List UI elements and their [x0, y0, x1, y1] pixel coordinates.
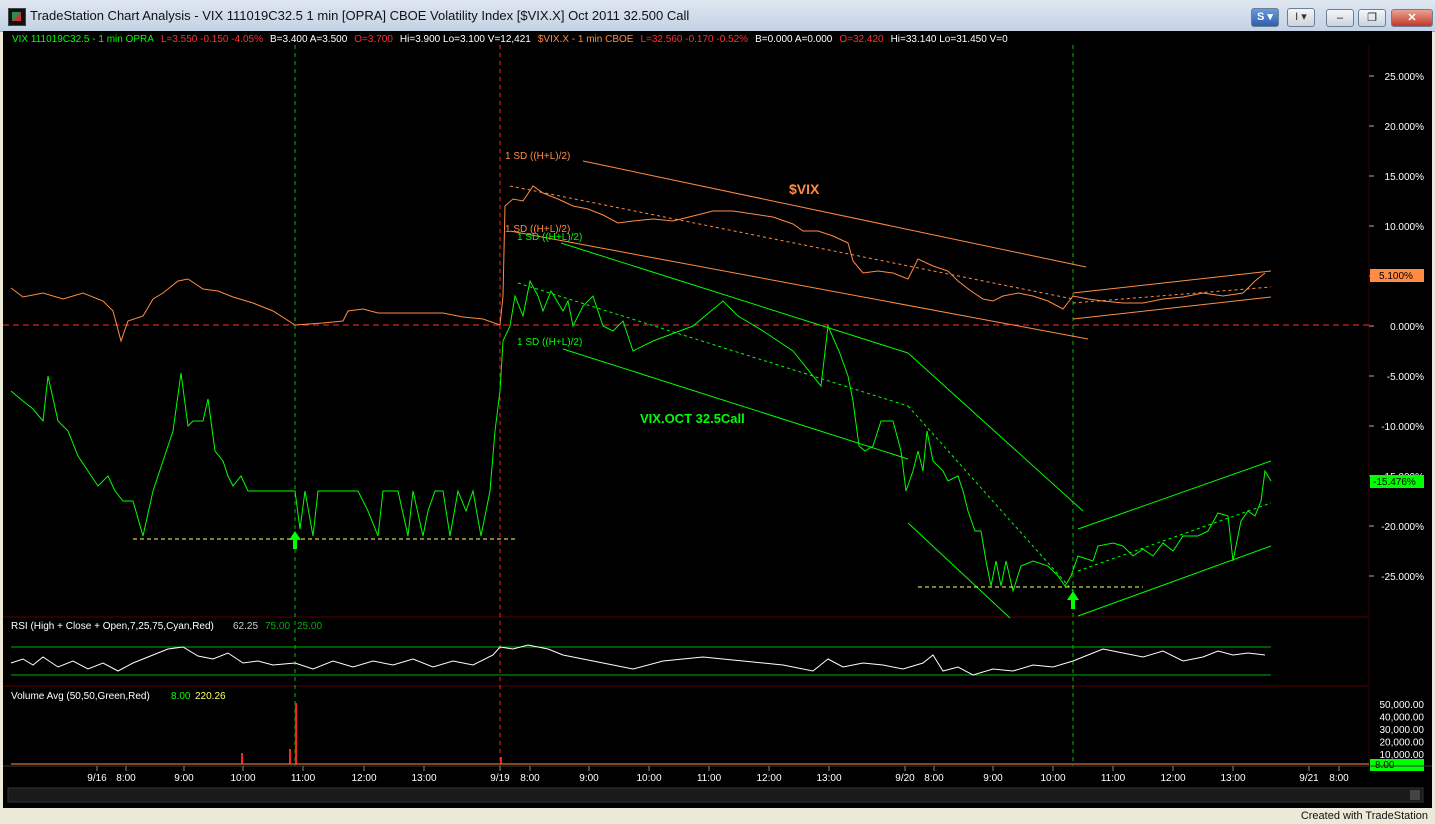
- chart-window[interactable]: 1 SD ((H+L)/2) 1 SD ((H+L)/2) 1 SD ((H+L…: [3, 31, 1432, 808]
- volume-axis-label: 40,000.00: [1380, 713, 1425, 724]
- price-axis-label: -5.000%: [1387, 372, 1424, 383]
- time-axis-label: 9:00: [579, 773, 599, 784]
- sd-label-vix-top: 1 SD ((H+L)/2): [505, 151, 570, 162]
- volume-axis-label: 30,000.00: [1380, 725, 1425, 736]
- price-axis-label: 0.000%: [1390, 322, 1424, 333]
- time-axis-label: 13:00: [816, 773, 841, 784]
- call-series-label: VIX.OCT 32.5Call: [640, 411, 745, 426]
- time-axis-label: 10:00: [230, 773, 255, 784]
- window-title: TradeStation Chart Analysis - VIX 111019…: [30, 8, 690, 23]
- time-axis-label: 9:00: [983, 773, 1003, 784]
- restore-button[interactable]: ❐: [1358, 9, 1386, 27]
- time-axis-label: 11:00: [697, 773, 722, 784]
- scrollbar-right-handle[interactable]: [1410, 790, 1420, 800]
- price-axis-label: 25.000%: [1385, 72, 1425, 83]
- call-price-marker-label: -15.476%: [1373, 477, 1416, 488]
- price-axis-label: 15.000%: [1385, 172, 1425, 183]
- time-axis-label: 12:00: [756, 773, 781, 784]
- volume-legend-label: Volume Avg (50,50,Green,Red): [11, 691, 150, 702]
- legend-item: B=0.000 A=0.000: [755, 34, 833, 45]
- legend-item: L=3.550 -0.150 -4.05%: [160, 34, 263, 45]
- time-axis: 9/16 8:00 9:00 10:00 11:00 12:00 13:00 9/19 8:00…: [87, 766, 1349, 784]
- legend-item: $VIX.X - 1 min CBOE: [537, 34, 634, 45]
- status-footer: Created with TradeStation: [0, 808, 1435, 824]
- time-axis-label: 8:00: [520, 773, 540, 784]
- vix-series-line: [10, 185, 1266, 343]
- time-axis-label: 8:00: [1329, 773, 1349, 784]
- vix-regression-channel: [509, 160, 1272, 340]
- sd-label-call-bottom: 1 SD ((H+L)/2): [517, 337, 582, 348]
- rsi-line: [10, 644, 1266, 676]
- sd-label-call-top: 1 SD ((H+L)/2): [517, 232, 582, 243]
- buy-arrow-icon-2: [1067, 591, 1079, 609]
- volume-axis-label: 20,000.00: [1380, 738, 1425, 749]
- call-regression-channel: [517, 242, 1272, 619]
- rsi-legend-value: 62.25: [233, 621, 258, 632]
- time-axis-label: 8:00: [924, 773, 944, 784]
- chart-canvas[interactable]: 1 SD ((H+L)/2) 1 SD ((H+L)/2) 1 SD ((H+L…: [3, 31, 1432, 808]
- price-axis-label: 10.000%: [1385, 222, 1425, 233]
- title-bar: TradeStation Chart Analysis - VIX 111019…: [0, 0, 1435, 32]
- horizontal-scrollbar[interactable]: [7, 787, 1424, 803]
- rsi-legend-under: 25.00: [297, 621, 322, 632]
- volume-bars: [241, 703, 502, 764]
- created-with-label: Created with TradeStation: [1300, 810, 1428, 822]
- legend-item: Hi=3.900 Lo=3.100 V=12,421: [399, 34, 531, 45]
- volume-legend-avg: 220.26: [195, 691, 226, 702]
- legend-item: B=3.400 A=3.500: [269, 34, 348, 45]
- time-axis-label: 8:00: [116, 773, 136, 784]
- time-axis-label: 12:00: [1160, 773, 1185, 784]
- legend-item: O=32.420: [839, 34, 884, 45]
- time-axis-label: 9/19: [490, 773, 510, 784]
- volume-axis: 50,000.0040,000.0030,000.0020,000.0010,0…: [1380, 700, 1425, 761]
- volume-legend-value: 8.00: [171, 691, 191, 702]
- s-menu-button[interactable]: S ▾: [1251, 8, 1279, 27]
- time-axis-label: 10:00: [1040, 773, 1065, 784]
- price-axis-label: -10.000%: [1381, 422, 1424, 433]
- minimize-button[interactable]: –: [1326, 9, 1354, 27]
- vix-series-label: $VIX: [789, 181, 820, 197]
- call-series-line: [10, 279, 1272, 593]
- time-axis-label: 13:00: [1220, 773, 1245, 784]
- volume-axis-label: 50,000.00: [1380, 700, 1425, 711]
- tradestation-app-icon: [8, 8, 26, 26]
- price-axis-label: 20.000%: [1385, 122, 1425, 133]
- close-button[interactable]: ✕: [1391, 9, 1433, 27]
- price-axis-label: -25.000%: [1381, 572, 1424, 583]
- buy-arrow-icon-1: [289, 531, 301, 549]
- time-axis-label: 9:00: [174, 773, 194, 784]
- legend-item: L=32.560 -0.170 -0.52%: [640, 34, 749, 45]
- time-axis-label: 13:00: [411, 773, 436, 784]
- time-axis-label: 11:00: [291, 773, 316, 784]
- price-axis-label: -20.000%: [1381, 522, 1424, 533]
- rsi-pane: [10, 644, 1271, 676]
- legend-item: VIX 111019C32.5 - 1 min OPRA: [12, 34, 154, 45]
- legend-item: O=3.700: [354, 34, 393, 45]
- legend-item: Hi=33.140 Lo=31.450 V=0: [890, 34, 1008, 45]
- vix-price-marker-label: 5.100%: [1379, 271, 1413, 282]
- time-axis-label: 9/16: [87, 773, 107, 784]
- time-axis-label: 10:00: [636, 773, 661, 784]
- rsi-legend-label: RSI (High + Close + Open,7,25,75,Cyan,Re…: [11, 621, 214, 632]
- main-legend: VIX 111019C32.5 - 1 min OPRA L=3.550 -0.1…: [12, 34, 1015, 45]
- time-axis-label: 9/20: [895, 773, 915, 784]
- time-axis-label: 11:00: [1101, 773, 1126, 784]
- rsi-legend-over: 75.00: [265, 621, 290, 632]
- price-axis: 25.000%20.000%15.000%10.000%5.000%0.000%…: [1369, 72, 1424, 583]
- time-axis-label: 9/21: [1299, 773, 1319, 784]
- time-axis-label: 12:00: [351, 773, 376, 784]
- i-menu-button[interactable]: I ▾: [1287, 8, 1315, 27]
